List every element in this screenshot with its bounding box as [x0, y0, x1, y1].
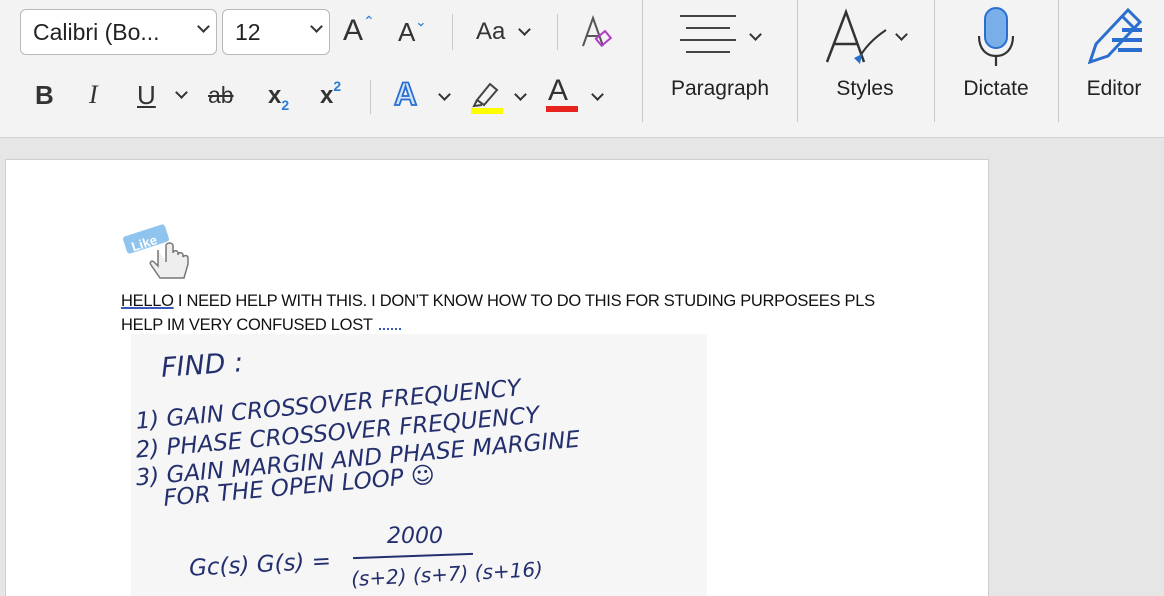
misspelled-word[interactable]: HELLO	[121, 292, 174, 310]
shrink-font-label: A	[398, 17, 416, 47]
change-case-label: Aa	[476, 18, 506, 45]
subscript-button[interactable]: x2	[268, 82, 289, 113]
document-page[interactable]: Like HELLO I NEED HELP WITH THIS. I DON’…	[5, 159, 989, 596]
handwriting-equation-denominator: (s+2) (s+7) (s+16)	[350, 556, 544, 592]
grammar-suggestion-marker[interactable]	[378, 322, 401, 330]
chevron-down-icon	[310, 20, 323, 33]
strikethrough-label: ab	[208, 82, 234, 108]
strikethrough-button[interactable]: ab	[208, 84, 234, 107]
highlight-button[interactable]	[470, 78, 504, 118]
clear-formatting-button[interactable]	[580, 12, 616, 56]
chevron-down-icon	[518, 23, 531, 36]
dictate-label: Dictate	[963, 77, 1029, 100]
like-sticker: Like	[122, 220, 202, 291]
grow-font-button[interactable]: A ⌃	[343, 14, 375, 47]
styles-chevron-down-icon[interactable]	[895, 28, 908, 41]
separator	[934, 0, 935, 122]
font-name-dropdown[interactable]: Calibri (Bo...	[20, 9, 217, 55]
ribbon: Calibri (Bo... 12 A ⌃ A ⌃ Aa B I U ab x2 x…	[0, 0, 1164, 138]
change-case-button[interactable]: Aa	[476, 18, 531, 45]
separator	[797, 0, 798, 122]
font-color-label: A	[548, 74, 569, 107]
superscript-mark: 2	[333, 78, 342, 94]
styles-label: Styles	[836, 77, 894, 100]
editor-label: Editor	[1086, 77, 1142, 100]
separator	[642, 0, 643, 122]
superscript-label: x	[320, 82, 334, 109]
font-color-chevron-down-icon[interactable]	[591, 88, 604, 101]
body-text: I NEED HELP WITH THIS. I DON’T KNOW HOW …	[121, 292, 875, 334]
editor-pen-icon	[1087, 7, 1143, 65]
handwriting-equation-numerator: 2000	[387, 524, 443, 549]
document-body-text[interactable]: HELLO I NEED HELP WITH THIS. I DON’T KNO…	[121, 289, 901, 337]
text-effects-label: A	[393, 76, 418, 112]
font-size-dropdown[interactable]: 12	[222, 9, 330, 55]
handwritten-note-image: FIND : 1) GAIN CROSSOVER FREQUENCY 2) PH…	[131, 334, 707, 596]
caret-down-icon: ⌃	[415, 13, 427, 29]
font-size-value: 12	[235, 18, 261, 45]
chevron-down-icon	[197, 20, 210, 33]
paragraph-label: Paragraph	[670, 77, 770, 100]
italic-label: I	[89, 80, 98, 109]
italic-button[interactable]: I	[89, 82, 98, 108]
bold-button[interactable]: B	[35, 82, 54, 108]
fraction-bar	[353, 552, 473, 560]
grow-font-label: A	[343, 14, 364, 47]
dictate-button[interactable]	[975, 6, 1017, 73]
highlight-chevron-down-icon[interactable]	[514, 88, 527, 101]
separator	[1058, 0, 1059, 122]
like-hand-icon: Like	[123, 224, 189, 279]
underline-button[interactable]: U	[137, 82, 156, 108]
styles-button[interactable]	[824, 8, 890, 73]
font-color-swatch	[546, 106, 578, 112]
subscript-label: x	[268, 82, 282, 109]
paragraph-chevron-down-icon[interactable]	[749, 28, 762, 41]
text-effects-button[interactable]: A	[393, 76, 418, 112]
clear-formatting-icon	[582, 15, 613, 48]
handwriting-equation-lhs: Gc(s) G(s) =	[188, 548, 332, 582]
handwriting-line: FIND :	[160, 347, 245, 384]
separator	[452, 14, 453, 50]
superscript-button[interactable]: x2	[320, 79, 341, 109]
text-effects-chevron-down-icon[interactable]	[438, 88, 451, 101]
bold-label: B	[35, 80, 54, 110]
separator	[557, 14, 558, 50]
font-name-value: Calibri (Bo...	[33, 18, 160, 45]
shrink-font-button[interactable]: A ⌃	[398, 13, 427, 47]
paragraph-icon	[680, 15, 736, 53]
editor-button[interactable]	[1082, 4, 1146, 73]
caret-up-icon: ⌃	[363, 13, 375, 29]
separator	[370, 80, 371, 114]
highlighter-icon	[471, 82, 503, 114]
microphone-icon	[977, 7, 1015, 66]
underline-chevron-down-icon[interactable]	[175, 86, 188, 99]
subscript-mark: 2	[281, 97, 290, 113]
styles-icon	[825, 8, 887, 64]
paragraph-button[interactable]	[678, 14, 740, 63]
underline-label: U	[137, 80, 156, 110]
font-color-button[interactable]: A	[546, 74, 578, 112]
